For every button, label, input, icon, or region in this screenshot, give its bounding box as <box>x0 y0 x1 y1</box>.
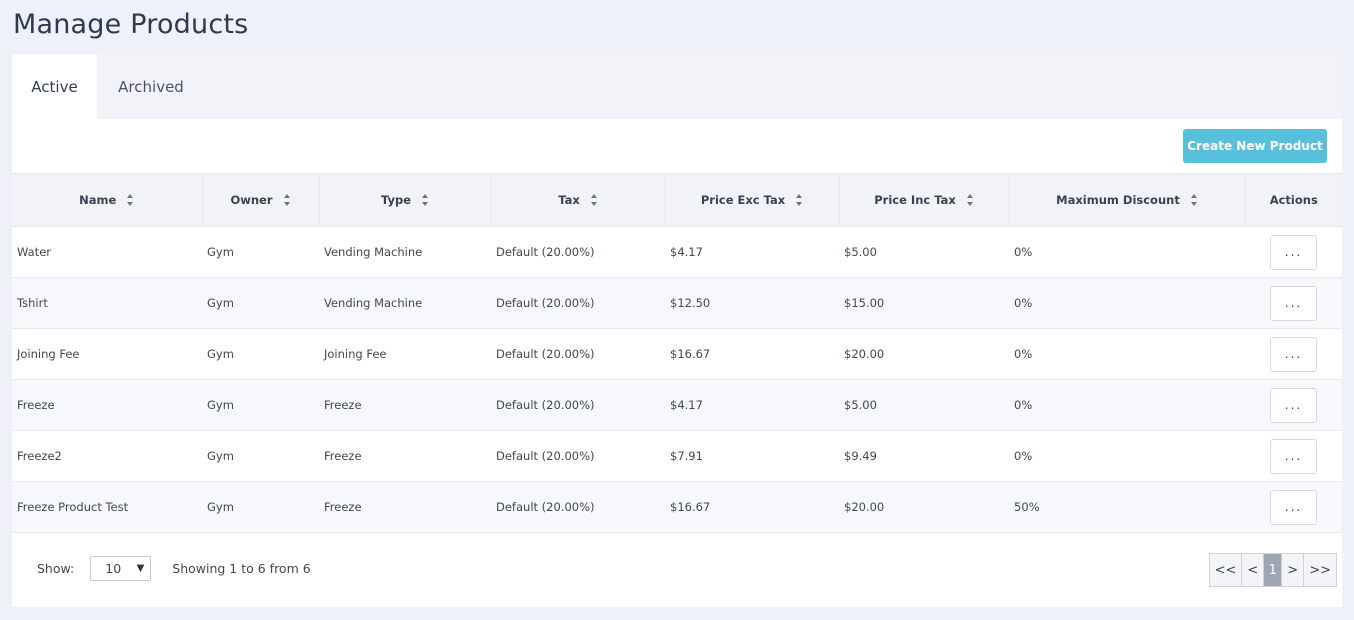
pagination-first-button[interactable]: << <box>1209 554 1243 586</box>
row-actions-button[interactable]: ... <box>1270 234 1317 270</box>
row-actions-button[interactable]: ... <box>1270 336 1317 372</box>
create-new-product-button[interactable]: Create New Product <box>1183 129 1327 163</box>
chevron-down-icon: ▼ <box>136 563 145 574</box>
cell-name: Freeze <box>17 398 55 412</box>
cell-price-exc-tax: $4.17 <box>670 398 703 412</box>
cell-name: Freeze2 <box>17 449 62 463</box>
cell-actions: ... <box>1245 278 1342 329</box>
cell-owner: Gym <box>207 296 234 310</box>
cell-actions: ... <box>1245 431 1342 482</box>
showing-count-text: Showing 1 to 6 from 6 <box>172 561 311 576</box>
row-actions-button[interactable]: ... <box>1270 387 1317 423</box>
row-actions-button[interactable]: ... <box>1270 489 1317 525</box>
cell-type: Joining Fee <box>324 347 387 361</box>
cell-price-inc-tax: $9.49 <box>844 449 877 463</box>
column-header-owner[interactable]: Owner <box>202 173 320 227</box>
cell-tax: Default (20.00%) <box>496 245 595 259</box>
table-row: Tshirt Gym Vending Machine Default (20.0… <box>12 277 1342 329</box>
cell-price-exc-tax: $16.67 <box>670 500 711 514</box>
cell-maximum-discount: 0% <box>1014 398 1033 412</box>
page-size-value: 10 <box>105 561 122 576</box>
sort-icon[interactable] <box>966 193 974 207</box>
cell-price-inc-tax: $15.00 <box>844 296 885 310</box>
column-header-price-inc-tax[interactable]: Price Inc Tax <box>839 173 1010 227</box>
page-title: Manage Products <box>13 9 249 40</box>
cell-maximum-discount: 0% <box>1014 449 1033 463</box>
cell-actions: ... <box>1245 227 1342 278</box>
page-size-control: Show: 10 ▼ Showing 1 to 6 from 6 <box>37 556 311 581</box>
sort-icon[interactable] <box>590 193 598 207</box>
sort-icon[interactable] <box>283 193 291 207</box>
table-row: Freeze Gym Freeze Default (20.00%) $4.17… <box>12 379 1342 431</box>
column-header-actions: Actions <box>1245 173 1342 227</box>
cell-actions: ... <box>1245 380 1342 431</box>
cell-type: Freeze <box>324 500 362 514</box>
cell-maximum-discount: 0% <box>1014 245 1033 259</box>
table-row: Joining Fee Gym Joining Fee Default (20.… <box>12 329 1342 380</box>
tab-active[interactable]: Active <box>12 54 97 119</box>
cell-owner: Gym <box>207 245 234 259</box>
sort-icon[interactable] <box>1190 193 1198 207</box>
cell-name: Freeze Product Test <box>17 500 129 514</box>
tab-bar: Active Archived <box>12 54 1342 119</box>
cell-price-exc-tax: $7.91 <box>670 449 703 463</box>
cell-type: Vending Machine <box>324 296 423 310</box>
cell-actions: ... <box>1245 482 1342 533</box>
cell-name: Tshirt <box>17 296 48 310</box>
cell-owner: Gym <box>207 398 234 412</box>
pagination-prev-button[interactable]: < <box>1242 554 1265 586</box>
column-header-type[interactable]: Type <box>319 173 492 227</box>
column-header-maximum-discount[interactable]: Maximum Discount <box>1009 173 1246 227</box>
row-actions-button[interactable]: ... <box>1270 438 1317 474</box>
pagination: << < 1 > >> <box>1208 553 1337 587</box>
cell-price-inc-tax: $20.00 <box>844 500 885 514</box>
cell-maximum-discount: 50% <box>1014 500 1040 514</box>
products-table: Name Owner Type Tax Price Exc Tax Price … <box>12 173 1342 533</box>
cell-type: Freeze <box>324 398 362 412</box>
cell-maximum-discount: 0% <box>1014 296 1033 310</box>
cell-tax: Default (20.00%) <box>496 347 595 361</box>
cell-owner: Gym <box>207 500 234 514</box>
sort-icon[interactable] <box>421 193 429 207</box>
sort-icon[interactable] <box>126 193 134 207</box>
cell-name: Joining Fee <box>17 347 80 361</box>
cell-owner: Gym <box>207 347 234 361</box>
cell-maximum-discount: 0% <box>1014 347 1033 361</box>
row-actions-button[interactable]: ... <box>1270 285 1317 321</box>
cell-price-inc-tax: $5.00 <box>844 245 877 259</box>
cell-tax: Default (20.00%) <box>496 398 595 412</box>
cell-name: Water <box>17 245 51 259</box>
cell-price-exc-tax: $4.17 <box>670 245 703 259</box>
table-header-row: Name Owner Type Tax Price Exc Tax Price … <box>12 173 1342 227</box>
tab-archived[interactable]: Archived <box>97 54 205 119</box>
pagination-last-button[interactable]: >> <box>1304 554 1336 586</box>
table-row: Freeze Product Test Gym Freeze Default (… <box>12 481 1342 533</box>
table-row: Freeze2 Gym Freeze Default (20.00%) $7.9… <box>12 431 1342 482</box>
cell-price-inc-tax: $5.00 <box>844 398 877 412</box>
page-size-select[interactable]: 10 ▼ <box>90 556 152 581</box>
products-panel: Active Archived Create New Product Name … <box>12 54 1342 607</box>
cell-actions: ... <box>1245 329 1342 380</box>
sort-icon[interactable] <box>795 193 803 207</box>
cell-tax: Default (20.00%) <box>496 500 595 514</box>
pagination-next-button[interactable]: > <box>1282 554 1305 586</box>
column-header-name[interactable]: Name <box>12 173 203 227</box>
cell-type: Freeze <box>324 449 362 463</box>
cell-price-exc-tax: $12.50 <box>670 296 711 310</box>
cell-tax: Default (20.00%) <box>496 296 595 310</box>
show-label: Show: <box>37 561 75 576</box>
column-header-price-exc-tax[interactable]: Price Exc Tax <box>665 173 840 227</box>
pagination-current-page[interactable]: 1 <box>1264 554 1283 586</box>
column-header-tax[interactable]: Tax <box>491 173 666 227</box>
table-row: Water Gym Vending Machine Default (20.00… <box>12 227 1342 278</box>
cell-price-exc-tax: $16.67 <box>670 347 711 361</box>
cell-price-inc-tax: $20.00 <box>844 347 885 361</box>
cell-tax: Default (20.00%) <box>496 449 595 463</box>
cell-type: Vending Machine <box>324 245 423 259</box>
cell-owner: Gym <box>207 449 234 463</box>
